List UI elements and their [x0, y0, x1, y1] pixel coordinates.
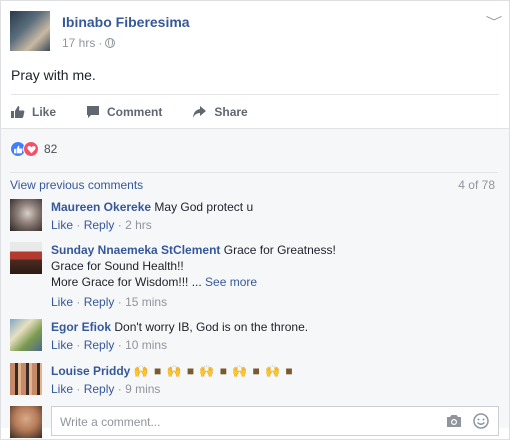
comment-input-placeholder: Write a comment... [60, 415, 161, 429]
see-more-link[interactable]: See more [205, 275, 257, 289]
comment-body: Louise Priddy 🙌 ■ 🙌 ■ 🙌 ■ 🙌 ■ 🙌 ■ [51, 363, 491, 379]
like-button[interactable]: Like [11, 105, 56, 119]
commenter-avatar[interactable] [10, 319, 42, 351]
chevron-down-icon[interactable]: ﹀ [486, 13, 503, 30]
post-text: Pray with me. [11, 67, 96, 83]
comment-time[interactable]: 15 mins [125, 295, 167, 309]
separator: · [76, 295, 81, 309]
separator: · [117, 338, 122, 352]
current-user-avatar[interactable] [10, 406, 42, 438]
comment-body: Maureen Okereke May God protect u [51, 199, 491, 215]
comment-reply-link[interactable]: Reply [84, 382, 115, 396]
like-label: Like [32, 104, 57, 119]
camera-icon[interactable] [446, 414, 462, 428]
share-button[interactable]: Share [192, 104, 248, 119]
commenter-name[interactable]: Sunday Nnaemeka StClement [51, 243, 220, 257]
love-reaction-icon [23, 141, 39, 157]
thumbs-up-icon [11, 105, 25, 118]
post-card: Ibinabo Fiberesima 17 hrs · ﹀ Pray with … [0, 0, 510, 440]
comment-text: 🙌 ■ 🙌 ■ 🙌 ■ 🙌 ■ 🙌 ■ [133, 364, 294, 378]
comment-time[interactable]: 9 mins [125, 382, 160, 396]
comment-actions: Like · Reply · 15 mins [51, 295, 167, 309]
comment-text: May God protect u [154, 200, 254, 214]
section-divider [10, 172, 498, 173]
reactions-summary[interactable]: 82 [10, 141, 57, 157]
emoji-icon[interactable] [473, 413, 489, 429]
post-meta: 17 hrs · [62, 36, 116, 50]
author-avatar[interactable] [10, 11, 50, 51]
comment-button[interactable]: Comment [86, 105, 162, 119]
comment-text-line2: Grace for Sound Health!! [51, 259, 184, 273]
globe-icon[interactable] [105, 38, 116, 48]
commenter-avatar[interactable] [10, 242, 42, 274]
comment-composer: Write a comment... [10, 406, 500, 438]
share-label: Share [214, 104, 248, 119]
comment-text: Don't worry IB, God is on the throne. [114, 320, 309, 334]
separator: · [117, 382, 122, 396]
commenter-avatar[interactable] [10, 199, 42, 231]
comment-like-link[interactable]: Like [51, 295, 73, 309]
commenter-avatar[interactable] [10, 363, 42, 395]
view-previous-comments-link[interactable]: View previous comments [10, 178, 143, 192]
post-time[interactable]: 17 hrs [62, 36, 95, 50]
reaction-count: 82 [44, 142, 58, 156]
post-author[interactable]: Ibinabo Fiberesima [62, 14, 190, 30]
post-header: Ibinabo Fiberesima 17 hrs · ﹀ [10, 11, 502, 53]
comment-body: Sunday Nnaemeka StClement Grace for Grea… [51, 242, 491, 290]
comment-like-link[interactable]: Like [51, 218, 73, 232]
comment-time[interactable]: 10 mins [125, 338, 167, 352]
share-icon [193, 105, 207, 118]
commenter-name[interactable]: Maureen Okereke [51, 200, 151, 214]
separator: · [76, 338, 81, 352]
comment-label: Comment [107, 104, 163, 119]
comment-icon [87, 105, 100, 118]
comment-text-line3: More Grace for Wisdom!!! ... [51, 275, 202, 289]
comment-time[interactable]: 2 hrs [125, 218, 152, 232]
comment-actions: Like · Reply · 2 hrs [51, 218, 152, 232]
post-actions: Like Comment Share [11, 94, 499, 128]
comment-text-line1: Grace for Greatness! [223, 243, 336, 257]
comments-count: 4 of 78 [458, 178, 495, 192]
comment-body: Egor Efiok Don't worry IB, God is on the… [51, 319, 491, 335]
comment-actions: Like · Reply · 9 mins [51, 382, 160, 396]
separator: · [117, 295, 122, 309]
meta-dot: · [98, 36, 103, 50]
comment-reply-link[interactable]: Reply [84, 218, 115, 232]
separator: · [76, 218, 81, 232]
separator: · [76, 382, 81, 396]
comment-reply-link[interactable]: Reply [84, 338, 115, 352]
comment-actions: Like · Reply · 10 mins [51, 338, 167, 352]
comment-like-link[interactable]: Like [51, 382, 73, 396]
comment-input[interactable]: Write a comment... [51, 406, 499, 436]
comment-reply-link[interactable]: Reply [84, 295, 115, 309]
separator: · [117, 218, 122, 232]
commenter-name[interactable]: Egor Efiok [51, 320, 111, 334]
commenter-name[interactable]: Louise Priddy [51, 364, 130, 378]
feedback-section: 82 View previous comments 4 of 78 Mauree… [1, 128, 509, 438]
comment-like-link[interactable]: Like [51, 338, 73, 352]
